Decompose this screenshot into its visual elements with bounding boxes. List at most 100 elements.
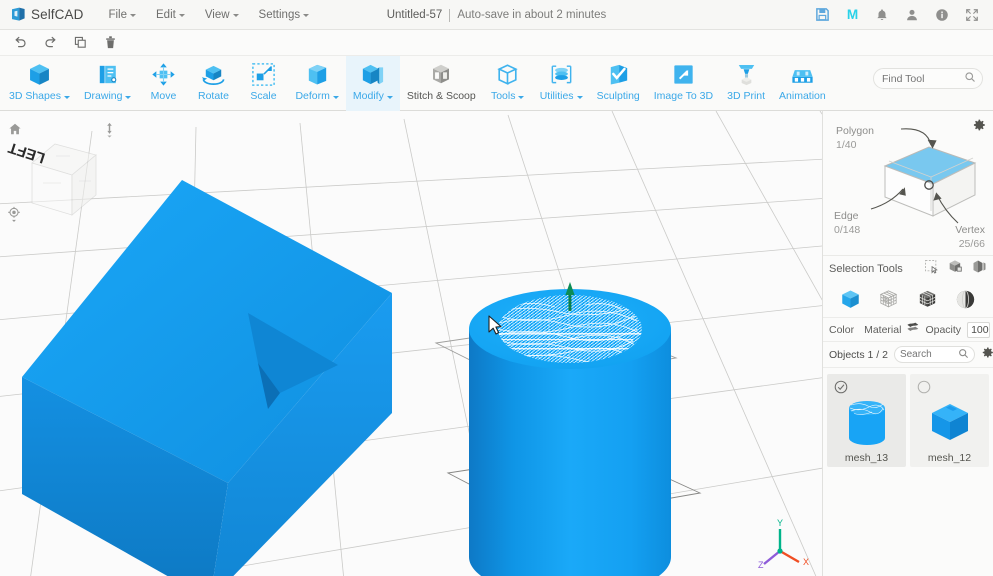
menu-bar: SelfCAD File Edit View Settings Untitled… [0, 0, 993, 30]
selection-tools-row: Selection Tools [823, 256, 993, 282]
selection-tools-label: Selection Tools [829, 263, 903, 275]
vertex-mode-icon[interactable] [876, 287, 902, 313]
tool-drawing-label: Drawing [84, 90, 132, 102]
target-focus-icon[interactable] [7, 206, 21, 223]
menu-bar-right-icons: M [814, 7, 993, 23]
opacity-input[interactable]: 100 [967, 321, 990, 338]
tool-rotate-label: Rotate [198, 90, 229, 102]
main-toolbar: 3D Shapes Drawing Move Rotate Scale Defo… [0, 56, 993, 111]
tool-drawing[interactable]: Drawing [77, 56, 139, 111]
stitch-scoop-icon [428, 59, 454, 89]
tool-scale[interactable]: Scale [238, 56, 288, 111]
tool-image-to-3d[interactable]: Image To 3D [647, 56, 720, 111]
material-row: Color Material Opacity 100 [823, 318, 993, 342]
menu-item-edit[interactable]: Edit [147, 5, 194, 25]
viewport-canvas[interactable]: LEFT Y X Z [0, 111, 822, 576]
object-thumbnail-cylinder [838, 396, 896, 448]
image-to-3d-icon [670, 59, 697, 89]
svg-text:X: X [803, 557, 809, 567]
menu-item-view[interactable]: View [196, 5, 248, 25]
object-card-mesh-12[interactable]: mesh_12 [910, 374, 989, 467]
object-checkbox-unchecked[interactable] [917, 380, 931, 394]
polygon-count: Polygon 1/40 [836, 124, 874, 152]
object-checkbox-checked[interactable] [834, 380, 848, 394]
tool-stitch-and-scoop[interactable]: Stitch & Scoop [400, 56, 483, 111]
redo-button[interactable] [36, 32, 64, 54]
tool-modify[interactable]: Modify [345, 56, 400, 111]
tool-tools-label: Tools [491, 90, 525, 102]
menu-item-file[interactable]: File [99, 5, 145, 25]
box-select-icon[interactable] [948, 259, 963, 279]
chevron-down-icon [178, 14, 185, 17]
tool-scale-label: Scale [250, 90, 277, 102]
mymini-logo-icon[interactable]: M [844, 7, 860, 23]
tool-3d-shapes[interactable]: 3D Shapes [2, 56, 77, 111]
objects-search[interactable] [893, 346, 975, 364]
tool-animation[interactable]: Animation [772, 56, 833, 111]
copy-button[interactable] [66, 32, 94, 54]
tool-deform[interactable]: Deform [288, 56, 345, 111]
vertex-label: Vertex [955, 224, 985, 236]
chevron-down-icon [303, 14, 310, 17]
rect-select-icon[interactable] [924, 259, 939, 279]
quick-access-toolbar [0, 30, 993, 56]
move-icon [150, 59, 177, 89]
find-tool-search[interactable] [873, 68, 983, 89]
menu-item-settings[interactable]: Settings [250, 5, 319, 25]
search-icon [958, 346, 969, 364]
tool-utilities-label: Utilities [540, 90, 583, 102]
material-icon[interactable] [906, 320, 920, 339]
home-view-icon[interactable] [8, 122, 22, 136]
3d-viewport[interactable]: LEFT Y X Z [0, 111, 822, 576]
pin-view-icon[interactable] [103, 122, 116, 138]
selfcad-app: SelfCAD File Edit View Settings Untitled… [0, 0, 993, 576]
tool-rotate[interactable]: Rotate [188, 56, 238, 111]
tool-modify-label: Modify [353, 90, 393, 102]
document-name[interactable]: Untitled-57 [387, 9, 443, 21]
fullscreen-icon[interactable] [964, 7, 980, 23]
tool-move[interactable]: Move [138, 56, 188, 111]
app-brand: SelfCAD [0, 6, 93, 23]
selection-modes-row [823, 282, 993, 318]
menu-item-view-label: View [204, 8, 230, 21]
drawing-icon [94, 59, 121, 89]
edge-mode-icon[interactable] [953, 287, 979, 313]
modify-icon [359, 59, 386, 89]
user-account-icon[interactable] [904, 7, 920, 23]
tool-image-to-3d-label: Image To 3D [653, 90, 714, 102]
svg-text:Z: Z [758, 560, 764, 570]
info-icon[interactable] [934, 7, 950, 23]
save-icon[interactable] [814, 7, 830, 23]
notifications-bell-icon[interactable] [874, 7, 890, 23]
objects-list: mesh_13 mesh_12 [823, 368, 993, 473]
object-card-mesh-13[interactable]: mesh_13 [827, 374, 906, 467]
objects-header: Objects 1 / 2 [823, 342, 993, 368]
tool-deform-label: Deform [295, 90, 339, 102]
tool-sculpting[interactable]: Sculpting [590, 56, 647, 111]
tool-3d-print[interactable]: 3D Print [720, 56, 772, 111]
polygon-mode-icon[interactable] [914, 287, 940, 313]
menu-item-list: File Edit View Settings [99, 5, 318, 25]
material-label: Material [864, 323, 902, 336]
menu-item-edit-label: Edit [156, 8, 176, 21]
deform-icon [304, 59, 331, 89]
utilities-icon [548, 59, 575, 89]
object-thumbnail-cube [921, 396, 979, 448]
undo-button[interactable] [6, 32, 34, 54]
svg-text:Y: Y [777, 518, 783, 528]
delete-button[interactable] [96, 32, 124, 54]
find-tool-input[interactable] [882, 72, 964, 85]
loop-select-icon[interactable] [972, 259, 987, 279]
cube-icon [26, 59, 53, 89]
opacity-value: 100 [971, 323, 989, 336]
tool-stitch-and-scoop-label: Stitch & Scoop [406, 90, 476, 102]
polygon-value: 1/40 [836, 139, 857, 151]
search-icon [964, 70, 976, 88]
tool-utilities[interactable]: Utilities [533, 56, 590, 111]
objects-search-input[interactable] [899, 349, 958, 360]
object-mode-icon[interactable] [837, 287, 863, 313]
objects-count-label: Objects 1 / 2 [829, 348, 888, 361]
tool-tools[interactable]: Tools [483, 56, 533, 111]
tool-animation-label: Animation [779, 90, 826, 102]
gear-icon[interactable] [981, 346, 993, 364]
